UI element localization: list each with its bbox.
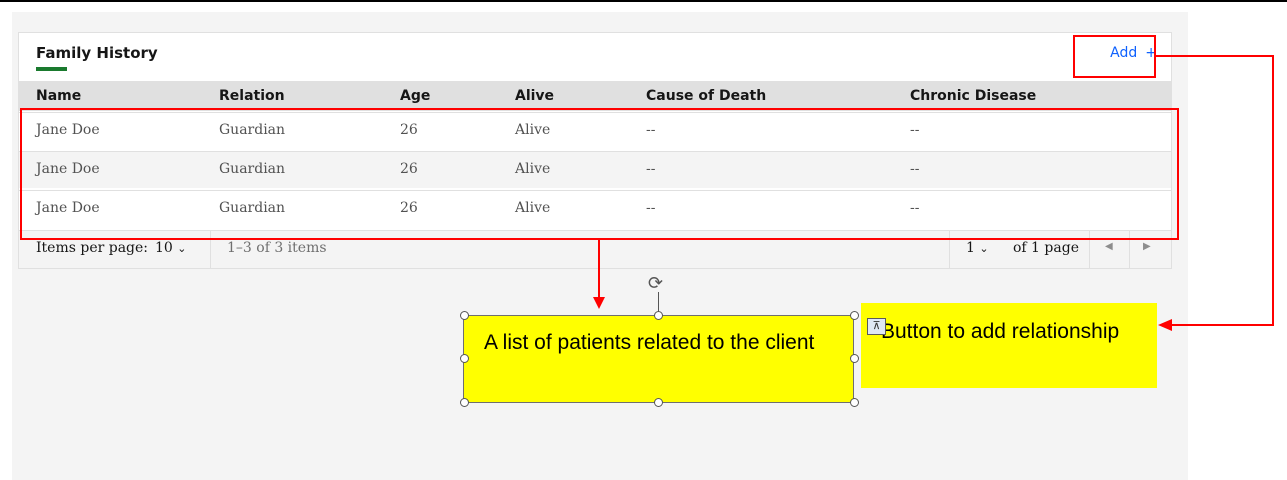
add-button-highlight	[1073, 35, 1156, 78]
title-underline	[36, 67, 67, 71]
resize-handle[interactable]	[460, 311, 469, 320]
column-header-name[interactable]: Name	[36, 88, 81, 104]
panel-title: Family History	[36, 44, 158, 62]
connector-line-list	[598, 240, 600, 297]
column-header-alive[interactable]: Alive	[515, 88, 554, 104]
text-wrap-icon[interactable]: ⊼	[867, 318, 886, 335]
resize-handle[interactable]	[850, 354, 859, 363]
rotate-handle-icon[interactable]: ⟳	[648, 273, 663, 294]
items-per-page-label: Items per page:	[36, 240, 149, 256]
connector-line-add-vertical	[1272, 55, 1274, 326]
resize-handle[interactable]	[460, 354, 469, 363]
items-per-page-value: 10	[155, 240, 173, 256]
column-header-cause-of-death[interactable]: Cause of Death	[646, 88, 766, 104]
column-header-relation[interactable]: Relation	[219, 88, 285, 104]
resize-handle[interactable]	[850, 311, 859, 320]
top-border-line	[0, 0, 1287, 2]
range-text: 1–3 of 3 items	[227, 240, 327, 256]
table-rows-highlight	[20, 108, 1179, 240]
page-select[interactable]: 1 ⌄	[966, 240, 989, 256]
resize-handle[interactable]	[654, 311, 663, 320]
column-header-chronic-disease[interactable]: Chronic Disease	[910, 88, 1036, 104]
callout-add-description[interactable]: Button to add relationship	[861, 303, 1157, 388]
chevron-down-icon: ⌄	[177, 242, 187, 255]
table-header: Name Relation Age Alive Cause of Death C…	[19, 81, 1171, 111]
page-total-text: of 1 page	[1013, 240, 1079, 256]
items-per-page-select[interactable]: 10 ⌄	[155, 240, 187, 256]
caret-left-icon[interactable]: ◀	[1105, 241, 1113, 252]
resize-handle[interactable]	[460, 398, 469, 407]
arrow-down-icon	[593, 297, 605, 309]
connector-line-add-horizontal	[1172, 324, 1274, 326]
column-header-age[interactable]: Age	[400, 88, 430, 104]
resize-handle[interactable]	[654, 398, 663, 407]
page-value: 1	[966, 240, 975, 256]
chevron-down-icon: ⌄	[979, 242, 989, 255]
resize-handle[interactable]	[850, 398, 859, 407]
caret-right-icon[interactable]: ▶	[1143, 241, 1151, 252]
connector-line-add	[1156, 55, 1274, 57]
arrow-left-icon	[1158, 319, 1172, 331]
callout-list-description[interactable]: A list of patients related to the client	[463, 315, 854, 403]
